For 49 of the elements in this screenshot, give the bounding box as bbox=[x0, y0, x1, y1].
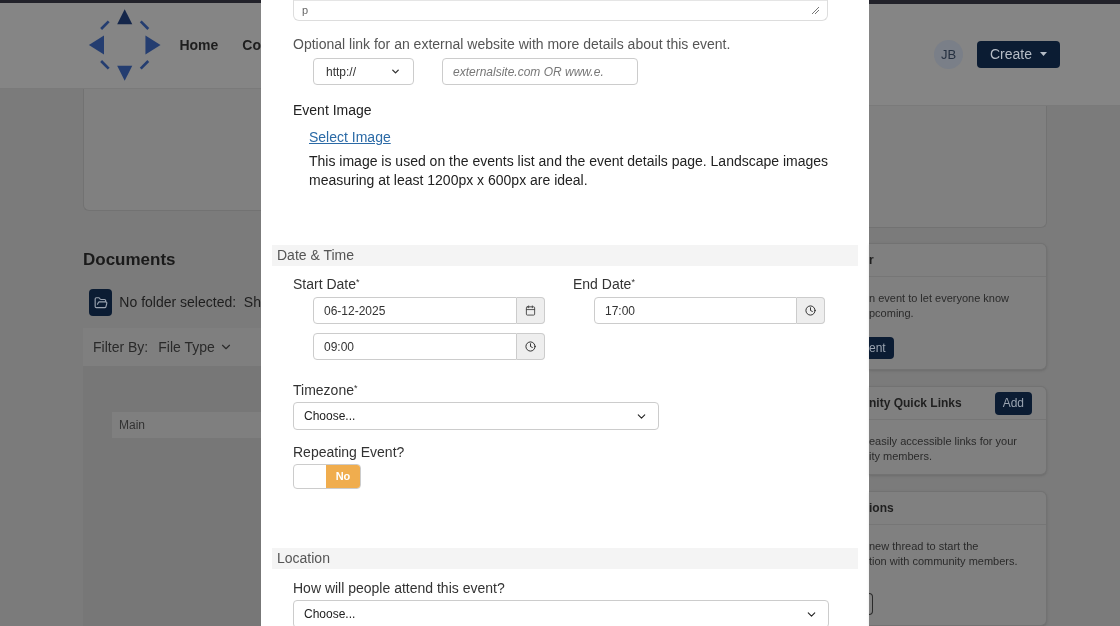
repeating-label: Repeating Event? bbox=[293, 443, 405, 462]
card-text: pcoming. bbox=[869, 306, 915, 321]
create-button[interactable]: Create bbox=[977, 40, 1060, 68]
folder-icon bbox=[93, 295, 108, 310]
folder-button[interactable] bbox=[89, 289, 113, 316]
folder-status: No folder selected: Sh bbox=[119, 293, 261, 312]
card-title: ions bbox=[869, 500, 894, 517]
calendar-icon bbox=[525, 305, 536, 316]
attend-label: How will people attend this event? bbox=[293, 579, 505, 598]
resize-handle-icon bbox=[812, 7, 819, 14]
nav-link[interactable]: Home bbox=[179, 34, 219, 56]
calendar-button[interactable] bbox=[517, 297, 545, 324]
card-text: tion with community members. bbox=[869, 554, 1019, 569]
chevron-icon bbox=[390, 66, 401, 77]
event-image-label: Event Image bbox=[293, 101, 373, 120]
attendance-select[interactable]: Choose... bbox=[293, 600, 829, 626]
start-time-input[interactable]: 09:00 bbox=[313, 333, 517, 360]
card-title: r bbox=[869, 252, 874, 269]
editor-path: p bbox=[302, 3, 309, 19]
card-text: ity members. bbox=[869, 449, 933, 464]
filter-label: Filter By: bbox=[93, 337, 149, 357]
section-title: Date & Time bbox=[277, 246, 355, 265]
start-date-label: Start Date$^{*}$ bbox=[293, 275, 361, 294]
select-image-link[interactable]: Select Image bbox=[309, 129, 391, 145]
card-title: nity Quick Links bbox=[869, 395, 962, 412]
card-text: easily accessible links for your bbox=[869, 434, 1018, 449]
toggle-state: No bbox=[326, 465, 360, 488]
protocol-select[interactable]: http:// bbox=[313, 58, 414, 85]
end-date-label: End Date$^{*}$ bbox=[573, 275, 636, 294]
image-help-text: This image is used on the events list and the event details page. Landscape images measuring at least 1200px x 600px are ideal. bbox=[309, 152, 829, 190]
end-time-input[interactable]: 17:00 bbox=[594, 297, 797, 324]
file-type-dropdown[interactable]: File Type bbox=[158, 336, 233, 358]
url-input[interactable]: externalsite.com OR www.e. bbox=[442, 58, 638, 85]
section-title: Location bbox=[277, 549, 330, 568]
documents-heading: Documents bbox=[83, 248, 177, 271]
timezone-label: Timezone$^{*}$ bbox=[293, 381, 358, 400]
timezone-select[interactable]: Choose... bbox=[293, 402, 659, 430]
card-text: n event to let everyone know bbox=[869, 291, 1011, 306]
event-button[interactable]: ent bbox=[869, 337, 894, 359]
card-text: new thread to start the bbox=[869, 539, 980, 554]
clock-button[interactable] bbox=[517, 333, 545, 360]
clock-icon bbox=[805, 305, 816, 316]
clock-icon bbox=[525, 341, 536, 352]
caret-icon bbox=[1040, 52, 1047, 57]
add-button[interactable]: Add bbox=[994, 391, 1032, 415]
nav-link[interactable]: Co bbox=[242, 34, 261, 56]
clock-button[interactable] bbox=[797, 297, 825, 324]
external-link-hint: Optional link for an external website with more details about this event. bbox=[293, 35, 732, 54]
start-date-input[interactable]: 06-12-2025 bbox=[313, 297, 517, 324]
